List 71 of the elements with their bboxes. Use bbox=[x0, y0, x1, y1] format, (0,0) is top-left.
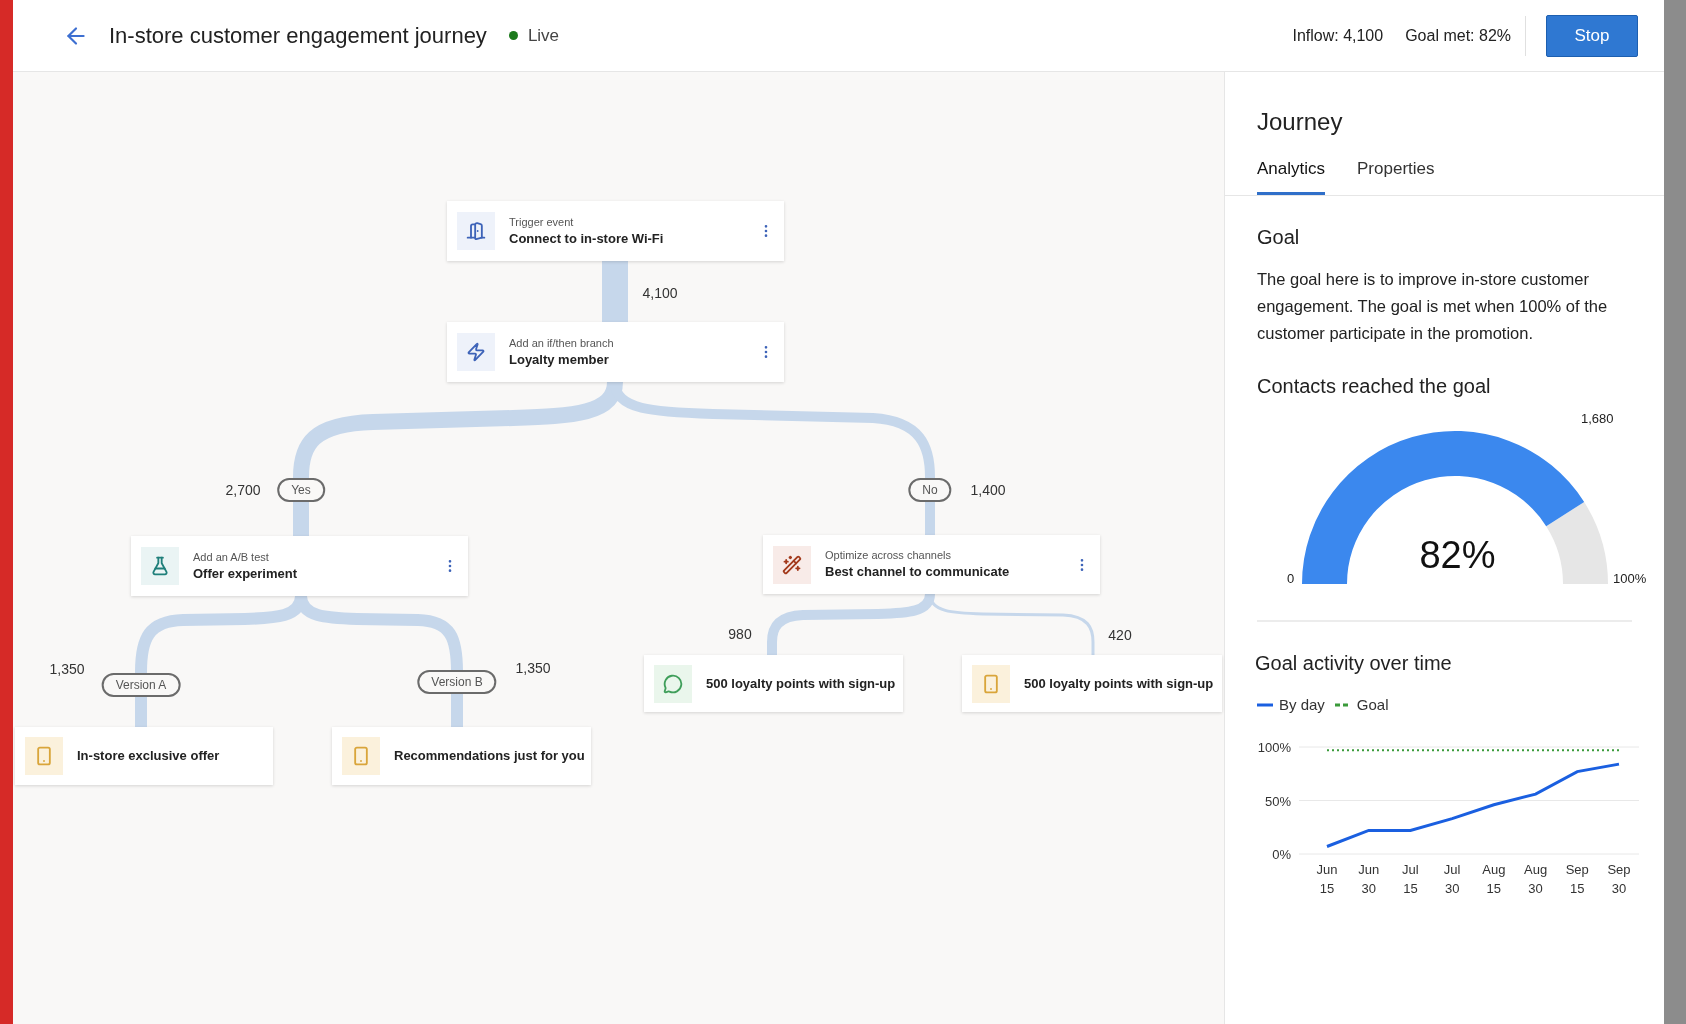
door-icon bbox=[457, 212, 495, 250]
chat-icon bbox=[654, 664, 692, 703]
branch-label: Version A bbox=[101, 673, 181, 697]
branch-label: Yes bbox=[277, 478, 325, 502]
activity-heading: Goal activity over time bbox=[1255, 650, 1453, 676]
phone-icon bbox=[342, 737, 380, 775]
journey-title: In-store customer engagement journey bbox=[109, 22, 487, 50]
panel-tab[interactable]: Properties bbox=[1357, 156, 1435, 195]
x-tick-label: Jun 15 bbox=[1316, 862, 1338, 896]
gauge-target-label: 1,680 bbox=[1581, 409, 1614, 428]
legend-dash-icon bbox=[1334, 702, 1351, 707]
x-tick-label: Sep 30 bbox=[1607, 862, 1631, 896]
y-tick-label: 100% bbox=[1257, 740, 1291, 755]
node-caption: Trigger event bbox=[509, 214, 575, 230]
node-title: 500 loyalty points with sign-up bbox=[706, 674, 896, 693]
journey-node[interactable]: Add an A/B test Offer experiment bbox=[131, 536, 468, 596]
node-title: Loyalty member bbox=[509, 350, 610, 369]
journey-node[interactable]: In-store exclusive offer bbox=[15, 727, 273, 785]
goal-heading: Goal bbox=[1257, 224, 1301, 250]
gauge-heading: Contacts reached the goal bbox=[1257, 373, 1492, 399]
node-caption: Add an if/then branch bbox=[509, 335, 615, 351]
lightning-icon bbox=[457, 333, 495, 371]
legend-label: By day bbox=[1279, 694, 1325, 715]
flow-count: 1,400 bbox=[970, 480, 1006, 500]
x-tick-label: Aug 30 bbox=[1524, 862, 1548, 896]
node-title: Connect to in-store Wi-Fi bbox=[509, 229, 665, 248]
legend-label: Goal bbox=[1356, 694, 1389, 715]
flow-count: 1,350 bbox=[49, 659, 85, 679]
goal-description: The goal here is to improve in-store customer engagement. The goal is met when 100% of the customer participate in the promotion. bbox=[1257, 268, 1609, 344]
flow-count: 2,700 bbox=[225, 480, 261, 500]
node-caption: Add an A/B test bbox=[193, 549, 270, 565]
inflow-stat: Inflow: 4,100 bbox=[1292, 25, 1384, 46]
journey-node[interactable]: Add an if/then branch Loyalty member bbox=[447, 322, 784, 382]
journey-node[interactable]: Optimize across channels Best channel to communicate bbox=[763, 535, 1100, 594]
journey-node[interactable]: Trigger event Connect to in-store Wi-Fi bbox=[447, 201, 784, 261]
panel-tab[interactable]: Analytics bbox=[1257, 156, 1326, 195]
legend-line-icon bbox=[1257, 702, 1273, 707]
phone-icon bbox=[25, 737, 63, 775]
x-tick-label: Jul 30 bbox=[1443, 862, 1461, 896]
goal-met-stat: Goal met: 82% bbox=[1405, 25, 1511, 46]
branch-label: Version B bbox=[417, 670, 497, 694]
branch-label: No bbox=[908, 478, 952, 502]
x-tick-label: Aug 15 bbox=[1482, 862, 1506, 896]
x-tick-label: Sep 15 bbox=[1565, 862, 1589, 896]
journey-node[interactable]: Recommendations just for you bbox=[332, 727, 591, 785]
x-tick-label: Jun 30 bbox=[1358, 862, 1380, 896]
panel-title: Journey bbox=[1257, 107, 1344, 137]
phone-icon bbox=[972, 664, 1010, 703]
journey-node[interactable]: 500 loyalty points with sign-up bbox=[962, 655, 1222, 712]
flow-connector bbox=[602, 261, 628, 322]
node-title: In-store exclusive offer bbox=[77, 747, 221, 765]
node-caption: Optimize across channels bbox=[825, 548, 952, 563]
wand-icon bbox=[773, 545, 811, 584]
flow-count: 1,350 bbox=[515, 658, 551, 678]
y-tick-label: 0% bbox=[1272, 847, 1291, 862]
flow-count: 420 bbox=[1108, 625, 1132, 645]
flow-count: 4,100 bbox=[642, 283, 678, 303]
gauge-max-label: 100% bbox=[1613, 569, 1647, 588]
gauge-min-label: 0 bbox=[1287, 569, 1295, 588]
node-title: 500 loyalty points with sign-up bbox=[1024, 674, 1214, 693]
x-tick-label: Jul 15 bbox=[1402, 862, 1419, 896]
y-tick-label: 50% bbox=[1264, 793, 1291, 809]
gauge-value: 82% bbox=[1418, 532, 1497, 578]
status-label: Live bbox=[527, 24, 560, 47]
stop-button[interactable]: Stop bbox=[1546, 14, 1638, 57]
node-title: Recommendations just for you bbox=[394, 747, 585, 765]
node-title: Best channel to communicate bbox=[825, 563, 1011, 581]
node-title: Offer experiment bbox=[193, 564, 299, 583]
flask-icon bbox=[141, 547, 179, 585]
journey-node[interactable]: 500 loyalty points with sign-up bbox=[644, 655, 903, 712]
flow-count: 980 bbox=[728, 624, 752, 644]
